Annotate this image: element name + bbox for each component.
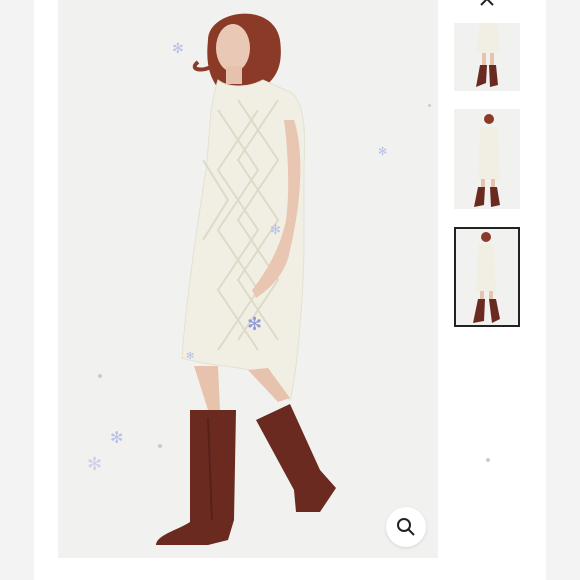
product-gallery-page: ✻ ✻ ✻ ✻ ✻ ✻ ✻ — [0, 0, 580, 580]
model-photo — [58, 0, 438, 558]
decorative-dot — [158, 444, 162, 448]
thumbnail-2[interactable] — [454, 109, 520, 209]
thumbnail-image — [454, 23, 520, 91]
decorative-dot — [428, 104, 431, 107]
close-button[interactable] — [478, 0, 496, 8]
zoom-button[interactable] — [386, 507, 426, 547]
decorative-dot — [486, 458, 490, 462]
thumbnail-3-selected[interactable] — [454, 227, 520, 327]
thumbnail-image — [454, 109, 520, 209]
main-product-image[interactable] — [58, 0, 438, 558]
thumbnail-1[interactable] — [454, 23, 520, 91]
decorative-dot — [98, 374, 102, 378]
close-icon — [480, 0, 494, 6]
magnifier-icon — [397, 518, 415, 536]
thumbnail-image — [456, 229, 518, 325]
